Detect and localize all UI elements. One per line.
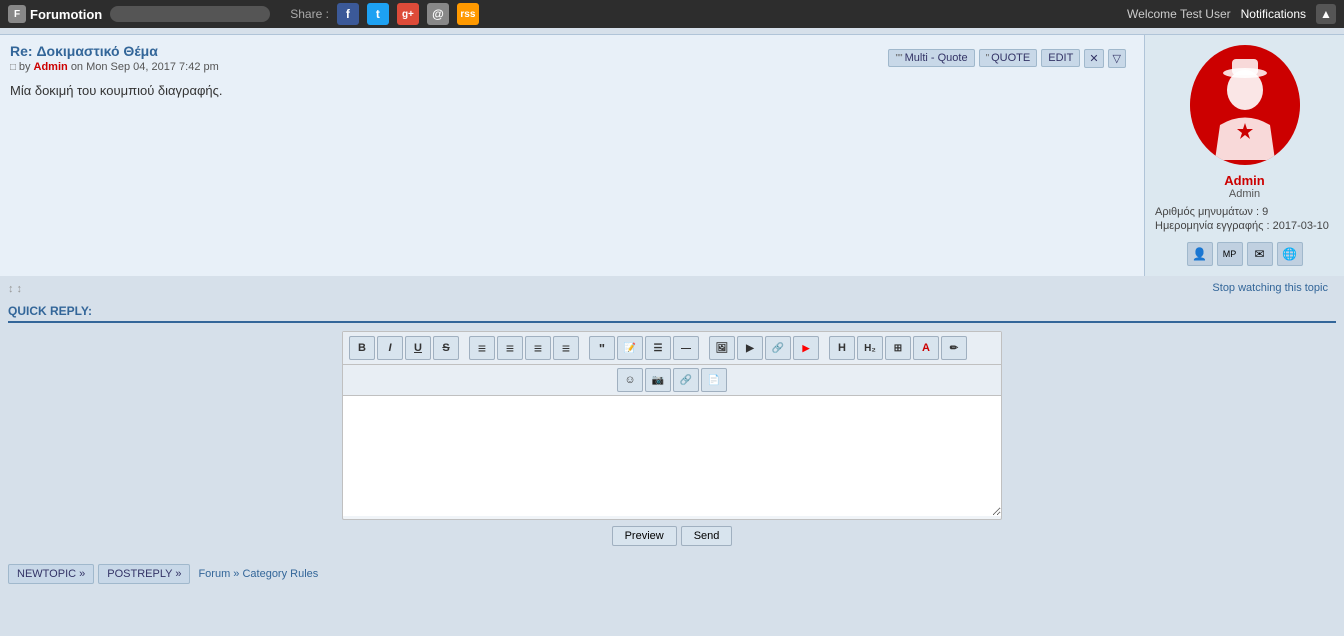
hr-button[interactable]: —: [673, 336, 699, 360]
edit-button[interactable]: EDIT: [1041, 49, 1080, 67]
welcome-text: Welcome Test User: [1127, 7, 1231, 21]
post-meta: □ by Admin on Mon Sep 04, 2017 7:42 pm: [10, 61, 219, 73]
url-button[interactable]: 🔗: [673, 368, 699, 392]
preview-button[interactable]: Preview: [612, 526, 677, 546]
reply-textarea[interactable]: [343, 396, 1001, 516]
editor-toolbar: B I U S ≡ ≡ ≡ ≡ " 📝 ☰ — 🖼 ▶ 🔗 ▶ H: [343, 332, 1001, 365]
logo-icon: F: [8, 5, 26, 23]
list-button[interactable]: ☰: [645, 336, 671, 360]
post-body: Μία δοκιμή του κουμπιού διαγραφής.: [10, 83, 1134, 98]
search-input[interactable]: [110, 6, 270, 22]
text-button[interactable]: 📄: [701, 368, 727, 392]
send-button[interactable]: Send: [681, 526, 733, 546]
strikethrough-button[interactable]: S: [433, 336, 459, 360]
align-center-button[interactable]: ≡: [497, 336, 523, 360]
post-title[interactable]: Re: Δοκιμαστικό Θέμα: [10, 43, 158, 59]
code-button[interactable]: 📝: [617, 336, 643, 360]
logo-text: Forumotion: [30, 7, 102, 22]
multi-quote-button[interactable]: "" Multi - Quote: [888, 49, 974, 67]
quick-reply-section: QUICK REPLY: B I U S ≡ ≡ ≡ ≡ " 📝 ☰ — 🖼: [0, 300, 1344, 560]
italic-button[interactable]: I: [377, 336, 403, 360]
profile-icon-btn[interactable]: 👤: [1187, 242, 1213, 266]
sidebar-icon-row: 👤 MP ✉ 🌐: [1187, 242, 1303, 266]
sidebar-role: Admin: [1229, 188, 1260, 200]
join-stat: Ημερομηνία εγγραφής : 2017-03-10: [1155, 220, 1334, 232]
bold-button[interactable]: B: [349, 336, 375, 360]
font-button[interactable]: ✏: [941, 336, 967, 360]
post-container: Re: Δοκιμαστικό Θέμα □ by Admin on Mon S…: [0, 34, 1344, 276]
align-right-button[interactable]: ≡: [525, 336, 551, 360]
color-button[interactable]: A: [913, 336, 939, 360]
h2-button[interactable]: H₂: [857, 336, 883, 360]
flash-button[interactable]: ▶: [737, 336, 763, 360]
quick-reply-label: QUICK REPLY:: [8, 304, 1336, 323]
table-button[interactable]: ⊞: [885, 336, 911, 360]
facebook-icon[interactable]: f: [337, 3, 359, 25]
googleplus-icon[interactable]: g+: [397, 3, 419, 25]
report-button[interactable]: ▽: [1108, 49, 1126, 68]
logo: F Forumotion: [8, 5, 102, 23]
sidebar-username: Admin: [1224, 173, 1264, 188]
editor-container: B I U S ≡ ≡ ≡ ≡ " 📝 ☰ — 🖼 ▶ 🔗 ▶ H: [342, 331, 1002, 520]
align-left-button[interactable]: ≡: [469, 336, 495, 360]
notifications-link[interactable]: Notifications: [1241, 7, 1306, 21]
post-sidebar: Admin Admin Αριθμός μηνυμάτων : 9 Ημερομ…: [1144, 35, 1344, 276]
newtopic-button[interactable]: NEWTOPIC »: [8, 564, 94, 584]
scroll-up-icon[interactable]: ▲: [1316, 4, 1336, 24]
emoji-button[interactable]: ☺: [617, 368, 643, 392]
avatar-image: [1190, 45, 1300, 165]
watch-topic-link[interactable]: Stop watching this topic: [1212, 282, 1328, 294]
mp-icon-btn[interactable]: MP: [1217, 242, 1243, 266]
web-icon-btn[interactable]: 🌐: [1277, 242, 1303, 266]
topbar-right: Welcome Test User Notifications ▲: [1127, 4, 1336, 24]
post-content: Re: Δοκιμαστικό Θέμα □ by Admin on Mon S…: [0, 35, 1144, 276]
h-button[interactable]: H: [829, 336, 855, 360]
rss-icon[interactable]: rss: [457, 3, 479, 25]
delete-button[interactable]: ✕: [1084, 49, 1103, 68]
email-icon-btn[interactable]: ✉: [1247, 242, 1273, 266]
editor-submit-row: Preview Send: [8, 520, 1336, 552]
avatar: [1190, 45, 1300, 165]
image2-button[interactable]: 📷: [645, 368, 671, 392]
topbar: F Forumotion Share : f t g+ @ rss Welcom…: [0, 0, 1344, 28]
doc-icon: □: [10, 62, 19, 73]
quote-toolbar-button[interactable]: ": [589, 336, 615, 360]
arrows: ↕ ↕: [8, 283, 22, 295]
watch-topic: Stop watching this topic: [1204, 280, 1336, 298]
quote-button[interactable]: " QUOTE: [979, 49, 1038, 67]
justify-button[interactable]: ≡: [553, 336, 579, 360]
underline-button[interactable]: U: [405, 336, 431, 360]
bottom-nav: NEWTOPIC » POSTREPLY » Forum » Category …: [0, 560, 1344, 588]
editor-toolbar-row2: ☺ 📷 🔗 📄: [343, 365, 1001, 396]
image-button[interactable]: 🖼: [709, 336, 735, 360]
link-button[interactable]: 🔗: [765, 336, 791, 360]
sidebar-stats: Αριθμός μηνυμάτων : 9 Ημερομηνία εγγραφή…: [1155, 206, 1334, 234]
youtube-button[interactable]: ▶: [793, 336, 819, 360]
post-actions: "" Multi - Quote " QUOTE EDIT ✕ ▽: [888, 43, 1134, 68]
forum-breadcrumb-link[interactable]: Forum » Category Rules: [194, 564, 322, 584]
postreply-button[interactable]: POSTREPLY »: [98, 564, 190, 584]
share-label: Share :: [290, 7, 329, 21]
post-date: on Mon Sep 04, 2017 7:42 pm: [71, 61, 219, 73]
email-icon[interactable]: @: [427, 3, 449, 25]
post-footer-row: ↕ ↕ Stop watching this topic: [0, 278, 1344, 300]
messages-stat: Αριθμός μηνυμάτων : 9: [1155, 206, 1334, 218]
main-content: Re: Δοκιμαστικό Θέμα □ by Admin on Mon S…: [0, 28, 1344, 592]
author-link[interactable]: Admin: [34, 61, 68, 73]
twitter-icon[interactable]: t: [367, 3, 389, 25]
